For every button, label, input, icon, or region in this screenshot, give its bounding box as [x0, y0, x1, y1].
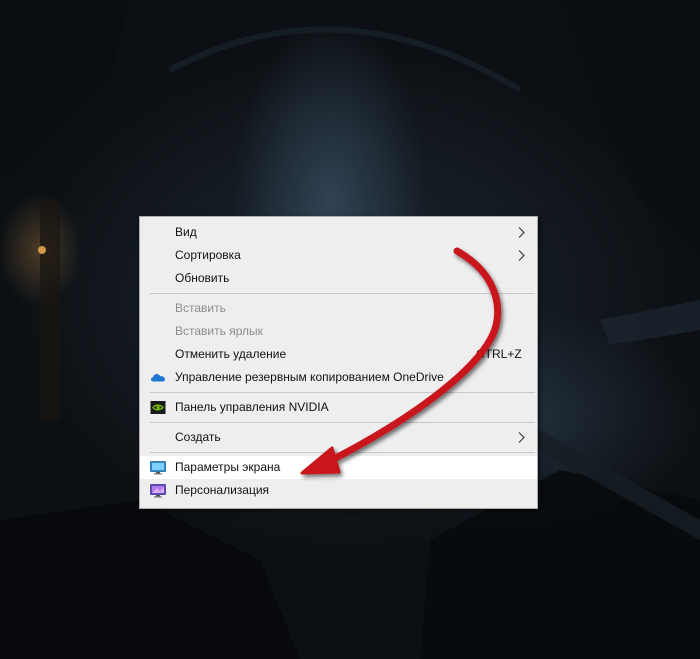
menu-item-nvidia-control-panel[interactable]: Панель управления NVIDIA [140, 396, 537, 419]
menu-item-sort[interactable]: Сортировка [140, 244, 537, 267]
chevron-right-icon [518, 227, 525, 238]
menu-item-label: Параметры экрана [175, 460, 281, 474]
menu-item-label: Вид [175, 225, 197, 239]
chevron-right-icon [518, 250, 525, 261]
onedrive-cloud-icon [151, 374, 165, 382]
menu-item-label: Вставить [175, 301, 226, 315]
menu-item-new[interactable]: Создать [140, 426, 537, 449]
menu-separator [150, 452, 535, 453]
menu-item-paste-shortcut: Вставить ярлык [140, 320, 537, 343]
nvidia-icon [150, 401, 166, 414]
menu-item-label: Вставить ярлык [175, 324, 263, 338]
menu-item-label: Персонализация [175, 483, 270, 497]
menu-item-refresh[interactable]: Обновить [140, 267, 537, 290]
menu-item-label: Сортировка [175, 248, 241, 262]
menu-item-personalization[interactable]: Персонализация [140, 479, 537, 502]
menu-item-label: Панель управления NVIDIA [175, 400, 329, 414]
menu-item-label: Обновить [175, 271, 230, 285]
menu-separator [150, 293, 535, 294]
menu-item-view[interactable]: Вид [140, 221, 537, 244]
menu-item-label: Создать [175, 430, 221, 444]
menu-item-label: Отменить удаление [175, 347, 287, 361]
menu-item-label: Управление резервным копированием OneDri… [175, 370, 444, 384]
menu-separator [150, 422, 535, 423]
menu-separator [150, 392, 535, 393]
desktop-context-menu: Вид Сортировка Обновить Вставить Вставит… [139, 216, 538, 509]
personalization-icon [150, 484, 166, 498]
menu-item-shortcut: CTRL+Z [476, 347, 522, 361]
menu-item-undo-delete[interactable]: Отменить удаление CTRL+Z [140, 343, 537, 366]
menu-item-paste: Вставить [140, 297, 537, 320]
display-settings-icon [150, 461, 166, 475]
menu-item-display-settings[interactable]: Параметры экрана [140, 456, 537, 479]
chevron-right-icon [518, 432, 525, 443]
menu-item-onedrive-backup[interactable]: Управление резервным копированием OneDri… [140, 366, 537, 389]
